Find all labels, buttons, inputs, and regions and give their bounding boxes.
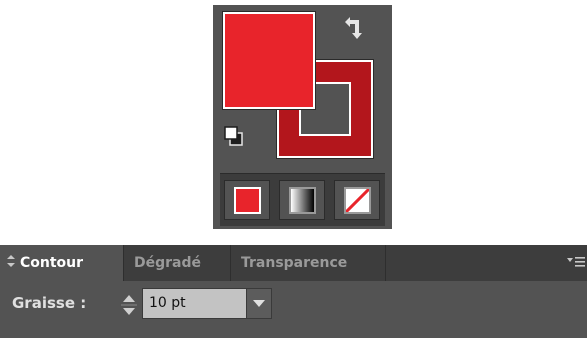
tab-degrade[interactable]: Dégradé	[124, 245, 231, 281]
default-fill-stroke-icon[interactable]	[223, 124, 245, 150]
weight-label: Graisse :	[12, 294, 87, 312]
fill-swatch[interactable]	[223, 12, 315, 109]
expand-collapse-icon[interactable]	[6, 254, 16, 268]
tab-degrade-label: Dégradé	[134, 255, 202, 271]
tab-contour-label: Contour	[20, 255, 84, 271]
none-mode-button[interactable]	[334, 180, 380, 220]
tab-transparence[interactable]: Transparence	[231, 245, 386, 281]
tab-contour[interactable]: Contour	[0, 245, 124, 281]
stroke-panel: Contour Dégradé Transparence Graisse : 1…	[0, 245, 587, 338]
gradient-icon	[289, 187, 316, 214]
panel-tab-bar: Contour Dégradé Transparence	[0, 245, 587, 281]
color-mode-button[interactable]	[224, 180, 270, 220]
panel-menu-icon[interactable]	[567, 255, 585, 269]
gradient-mode-button[interactable]	[279, 180, 325, 220]
fill-mode-bar	[220, 173, 385, 226]
swap-fill-stroke-icon[interactable]	[341, 13, 369, 45]
weight-stepper[interactable]	[116, 290, 142, 320]
none-icon	[344, 187, 371, 214]
fill-stroke-widget	[213, 5, 392, 229]
weight-dropdown-button[interactable]	[247, 288, 272, 319]
tab-transparence-label: Transparence	[241, 255, 348, 271]
chevron-down-icon	[253, 300, 265, 307]
stroke-weight-row: Graisse : 10 pt	[0, 281, 587, 338]
solid-color-icon	[234, 187, 261, 214]
weight-input[interactable]: 10 pt	[142, 288, 247, 319]
